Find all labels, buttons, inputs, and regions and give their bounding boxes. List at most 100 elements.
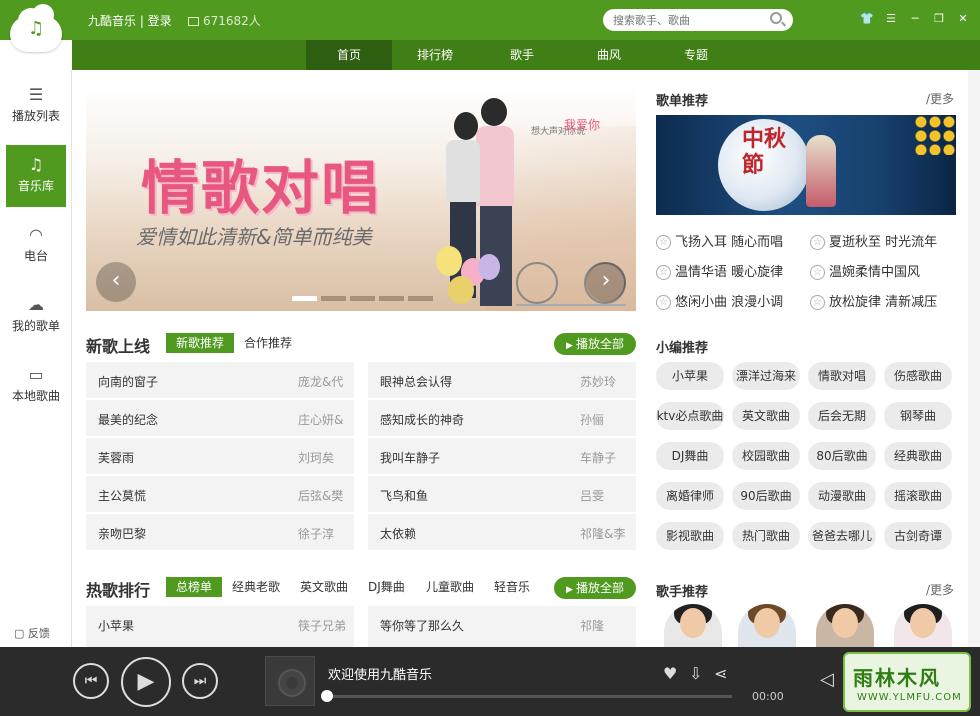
tag-pill[interactable]: 小苹果 <box>656 362 724 390</box>
share-icon[interactable]: ⋖ <box>714 664 727 683</box>
search-icon[interactable] <box>770 12 782 24</box>
content-scrollbar[interactable] <box>968 70 980 647</box>
sidebar-item-library[interactable]: ♫ 音乐库 <box>6 145 66 207</box>
playlist-item-label: 温情华语 暖心旋律 <box>675 265 784 280</box>
tab-new-recommend[interactable]: 新歌推荐 <box>166 333 235 353</box>
tag-pill[interactable]: 80后歌曲 <box>808 442 876 470</box>
banner-dot-1[interactable] <box>292 296 317 301</box>
sidebar-item-label: 电台 <box>23 249 48 263</box>
tag-pill[interactable]: 伤感歌曲 <box>884 362 952 390</box>
song-row[interactable]: 亲吻巴黎 徐子淳 <box>86 514 354 550</box>
playback-time: 00:00 <box>752 690 784 703</box>
song-row[interactable]: 感知成长的神奇 孙俪 <box>368 400 636 436</box>
chat-icon: ▢ <box>14 627 25 640</box>
hero-banner[interactable]: 情歌对唱 爱情如此清新&简单而纯美 想大声对你说 我爱你 ‹ › <box>86 86 636 311</box>
tag-pill[interactable]: 摇滚歌曲 <box>884 482 952 510</box>
song-row[interactable]: 等你等了那么久 祁隆 <box>368 606 636 647</box>
tag-pill[interactable]: 爸爸去哪儿 <box>808 522 876 550</box>
playlist-item[interactable]: ☆ 温情华语 暖心旋律 <box>656 261 783 280</box>
song-row[interactable]: 飞鸟和鱼 吕雯 <box>368 476 636 512</box>
nav-genres[interactable]: 曲风 <box>566 40 652 70</box>
nav-home[interactable]: 首页 <box>306 40 392 70</box>
new-songs-play-all-button[interactable]: 播放全部 <box>554 333 636 355</box>
progress-knob[interactable] <box>321 690 333 702</box>
tag-pill[interactable]: 后会无期 <box>808 402 876 430</box>
song-row[interactable]: 主公莫慌 后弦&樊 <box>86 476 354 512</box>
tab-english-songs[interactable]: 英文歌曲 <box>300 577 348 597</box>
tag-pill[interactable]: 情歌对唱 <box>808 362 876 390</box>
banner-dot-5[interactable] <box>408 296 433 301</box>
tab-partner-recommend[interactable]: 合作推荐 <box>244 333 292 353</box>
sidebar-item-my-playlists[interactable]: ☁ 我的歌单 <box>6 285 66 347</box>
star-icon: ☆ <box>656 265 671 280</box>
nav-charts[interactable]: 排行榜 <box>392 40 478 70</box>
progress-bar[interactable] <box>326 695 732 698</box>
tab-overall-chart[interactable]: 总榜单 <box>166 577 223 597</box>
playlist-banner[interactable]: 中秋節 <box>656 115 956 215</box>
heart-icon[interactable]: ♥ <box>663 664 677 683</box>
download-icon[interactable]: ⇩ <box>689 664 702 683</box>
restore-icon[interactable]: ❐ <box>932 12 946 26</box>
tab-kids-songs[interactable]: 儿童歌曲 <box>426 577 474 597</box>
playlist-item[interactable]: ☆ 夏逝秋至 时光流年 <box>810 231 937 250</box>
singer-avatar[interactable] <box>894 604 952 648</box>
app-title-login[interactable]: 九酷音乐 | 登录 <box>88 12 172 29</box>
song-row[interactable]: 向南的窗子 庞龙&代 <box>86 362 354 398</box>
song-row[interactable]: 小苹果 筷子兄弟 <box>86 606 354 647</box>
banner-next-button[interactable]: › <box>586 262 626 302</box>
playlist-item[interactable]: ☆ 飞扬入耳 随心而唱 <box>656 231 783 250</box>
hot-songs-play-all-button[interactable]: 播放全部 <box>554 577 636 599</box>
tag-pill[interactable]: 钢琴曲 <box>884 402 952 430</box>
playlist-item[interactable]: ☆ 悠闲小曲 浪漫小调 <box>656 291 783 310</box>
nav-singers[interactable]: 歌手 <box>479 40 565 70</box>
sidebar-item-local-songs[interactable]: ▭ 本地歌曲 <box>6 355 66 417</box>
song-row[interactable]: 眼神总会认得 苏妙玲 <box>368 362 636 398</box>
playlist-recs-more-link[interactable]: /更多 <box>926 90 954 107</box>
playlist-item[interactable]: ☆ 温婉柔情中国风 <box>810 261 920 280</box>
tag-pill[interactable]: 漂洋过海来 <box>732 362 800 390</box>
song-row[interactable]: 最美的纪念 庄心妍& <box>86 400 354 436</box>
tab-classic-oldies[interactable]: 经典老歌 <box>232 577 280 597</box>
play-button[interactable]: ▶ <box>121 657 171 707</box>
song-row[interactable]: 芙蓉雨 刘珂矣 <box>86 438 354 474</box>
singer-avatar[interactable] <box>664 604 722 648</box>
volume-icon[interactable]: ◁ <box>820 669 834 690</box>
minimize-icon[interactable]: ─ <box>908 12 922 26</box>
tag-pill[interactable]: 影视歌曲 <box>656 522 724 550</box>
song-row[interactable]: 我叫车静子 车静子 <box>368 438 636 474</box>
close-icon[interactable]: ✕ <box>956 12 970 26</box>
tag-pill[interactable]: 热门歌曲 <box>732 522 800 550</box>
tag-pill[interactable]: 离婚律师 <box>656 482 724 510</box>
tag-pill[interactable]: 经典歌曲 <box>884 442 952 470</box>
tag-pill[interactable]: DJ舞曲 <box>656 442 724 470</box>
feedback-link[interactable]: ▢ 反馈 <box>14 625 50 641</box>
tag-pill[interactable]: 古剑奇谭 <box>884 522 952 550</box>
tag-pill[interactable]: 90后歌曲 <box>732 482 800 510</box>
singer-avatar[interactable] <box>738 604 796 648</box>
sidebar-item-radio[interactable]: ◠ 电台 <box>6 215 66 277</box>
singer-recs-more-link[interactable]: /更多 <box>926 581 954 598</box>
banner-dot-4[interactable] <box>379 296 404 301</box>
next-track-button[interactable]: ⏭ <box>182 663 218 699</box>
song-name: 芙蓉雨 <box>98 451 135 465</box>
tag-pill[interactable]: ktv必点歌曲 <box>656 402 724 430</box>
tab-dj-dance[interactable]: DJ舞曲 <box>368 577 405 597</box>
tag-pill[interactable]: 动漫歌曲 <box>808 482 876 510</box>
tab-light-music[interactable]: 轻音乐 <box>494 577 530 597</box>
song-row[interactable]: 太依赖 祁隆&李 <box>368 514 636 550</box>
sidebar-item-playlist[interactable]: ☰ 播放列表 <box>6 75 66 137</box>
banner-dot-2[interactable] <box>321 296 346 301</box>
banner-prev-button[interactable]: ‹ <box>96 262 136 302</box>
skin-icon[interactable]: 👕 <box>860 12 874 26</box>
menu-icon[interactable]: ☰ <box>884 12 898 26</box>
search-input[interactable] <box>603 9 793 31</box>
tag-pill[interactable]: 校园歌曲 <box>732 442 800 470</box>
playlist-item[interactable]: ☆ 放松旋律 清新减压 <box>810 291 937 310</box>
banner-subtitle: 爱情如此清新&简单而纯美 <box>136 225 372 249</box>
tag-pill[interactable]: 英文歌曲 <box>732 402 800 430</box>
sidebar-item-label: 音乐库 <box>17 179 54 193</box>
singer-avatar[interactable] <box>816 604 874 648</box>
nav-topics[interactable]: 专题 <box>653 40 739 70</box>
banner-dot-3[interactable] <box>350 296 375 301</box>
previous-track-button[interactable]: ⏮ <box>73 663 109 699</box>
